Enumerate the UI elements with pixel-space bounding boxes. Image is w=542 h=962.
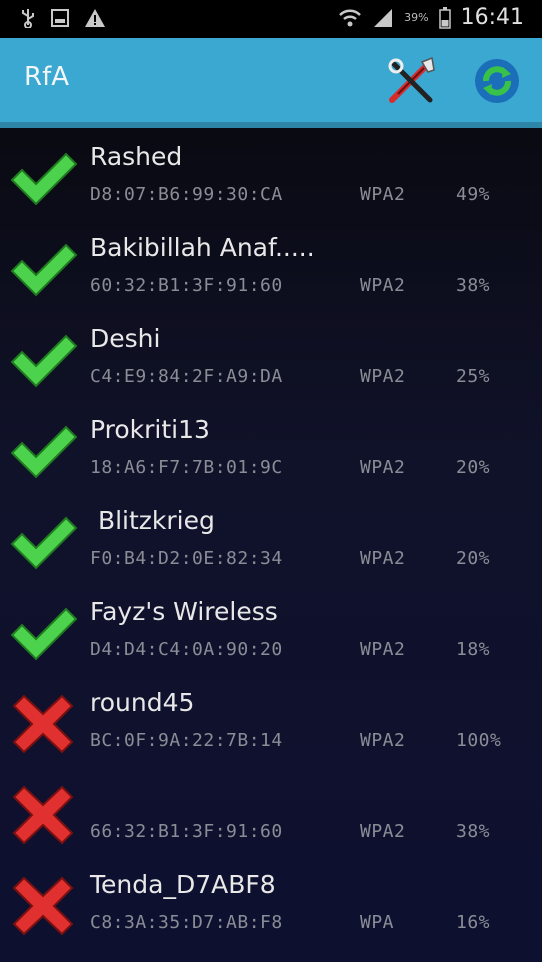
network-bssid: D8:07:B6:99:30:CA [90,184,283,205]
network-row[interactable]: Fayz's Wireless D4:D4:C4:0A:90:20 WPA2 1… [0,583,542,674]
network-security: WPA2 [360,821,406,842]
battery-icon [438,6,451,29]
network-row[interactable]: Prokriti13 18:A6:F7:7B:01:9C WPA2 20% [0,401,542,492]
network-security: WPA2 [360,548,406,569]
notification-icons [20,8,106,28]
network-security: WPA2 [360,184,406,205]
tools-button[interactable] [384,52,440,108]
tools-icon [388,56,435,103]
network-bssid: C8:3A:35:D7:AB:F8 [90,912,283,933]
network-signal: 20% [456,457,491,478]
check-icon [10,425,78,479]
network-row[interactable]: Bakibillah Anaf..... 60:32:B1:3F:91:60 W… [0,219,542,310]
network-bssid: D4:D4:C4:0A:90:20 [90,639,283,660]
network-ssid: round45 [90,688,195,717]
signal-icon [374,8,393,27]
cross-icon [12,694,74,754]
network-signal: 38% [456,821,491,842]
network-bssid: BC:0F:9A:22:7B:14 [90,730,283,751]
network-bssid: F0:B4:D2:0E:82:34 [90,548,283,569]
network-ssid: Blitzkrieg [90,506,215,535]
clock: 16:41 [460,5,524,30]
network-signal: 25% [456,366,491,387]
network-bssid: 18:A6:F7:7B:01:9C [90,457,283,478]
network-security: WPA2 [360,275,406,296]
network-security: WPA2 [360,366,406,387]
system-icons: 39% 16:41 [338,5,524,30]
network-row[interactable]: Rashed D8:07:B6:99:30:CA WPA2 49% [0,128,542,219]
network-security: WPA2 [360,457,406,478]
network-signal: 100% [456,730,502,751]
network-bssid: 66:32:B1:3F:91:60 [90,821,283,842]
network-signal: 18% [456,639,491,660]
refresh-icon [475,59,519,103]
network-list: Rashed D8:07:B6:99:30:CA WPA2 49% Bakibi… [0,128,542,962]
battery-percent: 39% [404,11,429,24]
network-row[interactable]: round45 BC:0F:9A:22:7B:14 WPA2 100% [0,674,542,765]
network-row[interactable]: Blitzkrieg F0:B4:D2:0E:82:34 WPA2 20% [0,492,542,583]
network-ssid: Bakibillah Anaf..... [90,233,315,262]
wifi-icon [339,9,362,26]
network-security: WPA2 [360,730,406,751]
network-bssid: 60:32:B1:3F:91:60 [90,275,283,296]
check-icon [10,152,78,206]
action-bar: RfA [0,38,542,122]
network-security: WPA [360,912,395,933]
network-signal: 49% [456,184,491,205]
check-icon [10,607,78,661]
sd-card-icon [51,9,69,27]
network-ssid: Tenda_D7ABF8 [90,870,276,899]
network-bssid: C4:E9:84:2F:A9:DA [90,366,283,387]
app-title: RfA [24,62,70,92]
network-row[interactable]: Deshi C4:E9:84:2F:A9:DA WPA2 25% [0,310,542,401]
warning-icon [85,9,105,27]
check-icon [10,516,78,570]
network-signal: 16% [456,912,491,933]
network-row[interactable]: Tenda_D7ABF8 C8:3A:35:D7:AB:F8 WPA 16% [0,856,542,947]
network-ssid: Prokriti13 [90,415,210,444]
cross-icon [12,785,74,845]
cross-icon [12,876,74,936]
usb-icon [22,9,34,28]
network-signal: 20% [456,548,491,569]
check-icon [10,334,78,388]
network-security: WPA2 [360,639,406,660]
network-signal: 38% [456,275,491,296]
network-row[interactable]: 66:32:B1:3F:91:60 WPA2 38% [0,765,542,856]
check-icon [10,243,78,297]
status-bar: 39% 16:41 [0,0,542,38]
network-ssid: Deshi [90,324,161,353]
network-ssid: Rashed [90,142,183,171]
network-ssid: Fayz's Wireless [90,597,278,626]
refresh-button[interactable] [470,54,524,108]
